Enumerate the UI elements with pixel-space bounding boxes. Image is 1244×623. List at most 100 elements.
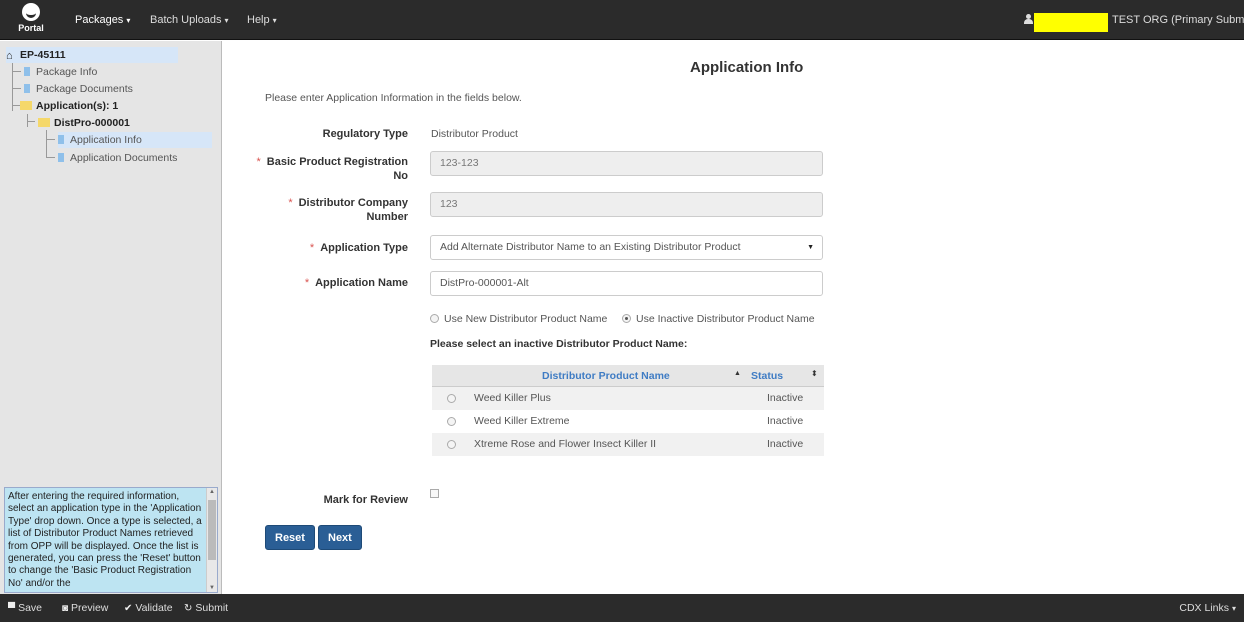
document-icon (24, 67, 30, 76)
org-label[interactable]: TEST ORG (Primary Submitter (1112, 0, 1244, 40)
portal-logo[interactable]: Portal (6, 3, 56, 37)
tree-root[interactable]: ⌂ EP-45111 (6, 47, 178, 63)
caret-down-icon: ▾ (1231, 604, 1236, 613)
intro-text: Please enter Application Information in … (265, 92, 522, 104)
submit-label: Submit (195, 602, 229, 614)
check-icon: ✔ (124, 603, 133, 614)
sidebar: ⌂ EP-45111 Package Info Package Documents… (0, 41, 222, 594)
product-name-grid: Distributor Product Name ▲ Status ⬍ Weed… (432, 365, 824, 456)
option-new-name[interactable]: Use New Distributor Product Name (430, 313, 607, 325)
column-header-status[interactable]: Status (751, 370, 783, 382)
option-inactive-label: Use Inactive Distributor Product Name (636, 313, 815, 325)
tree-item-label: Package Documents (36, 83, 133, 95)
help-scroll-thumb[interactable] (208, 500, 216, 560)
dist-company-label: * Distributor Company Number (288, 197, 408, 223)
table-row[interactable]: Xtreme Rose and Flower Insect Killer II … (432, 433, 824, 456)
help-panel: After entering the required information,… (4, 487, 218, 593)
package-tree: ⌂ EP-45111 Package Info Package Documents… (6, 46, 218, 486)
row-radio[interactable] (447, 394, 456, 403)
row-radio[interactable] (447, 440, 456, 449)
grid-header: Distributor Product Name ▲ Status ⬍ (432, 365, 824, 387)
table-row[interactable]: Weed Killer Plus Inactive (432, 387, 824, 410)
required-marker: * (288, 197, 293, 209)
tree-item-label: Package Info (36, 66, 98, 78)
select-prompt: Please select an inactive Distributor Pr… (430, 338, 688, 350)
preview-label: Preview (71, 602, 109, 614)
user-name-redacted[interactable] (1034, 13, 1108, 32)
main-content: Application Info Please enter Applicatio… (223, 41, 1244, 594)
menu-help[interactable]: Help ▾ (247, 0, 277, 40)
app-type-selected: Add Alternate Distributor Name to an Exi… (440, 241, 741, 253)
tree-item-label: Application Documents (70, 152, 178, 164)
portal-logo-text: Portal (18, 23, 44, 33)
scroll-down-icon[interactable]: ▼ (209, 585, 215, 591)
document-icon (58, 153, 64, 162)
sort-asc-icon[interactable]: ▲ (734, 370, 741, 377)
submit-button[interactable]: ↻ Submit (184, 594, 228, 623)
cell-name: Weed Killer Plus (474, 392, 551, 404)
option-new-label: Use New Distributor Product Name (444, 313, 608, 325)
tree-item-application-documents[interactable]: Application Documents (58, 150, 177, 166)
column-header-name[interactable]: Distributor Product Name (542, 370, 670, 382)
cell-status: Inactive (767, 415, 804, 427)
mark-review-label: Mark for Review (323, 494, 408, 506)
validate-label: Validate (135, 602, 173, 614)
caret-down-icon: ▾ (126, 16, 131, 25)
menu-help-label: Help (247, 14, 270, 26)
menu-packages-label: Packages (75, 14, 124, 26)
regulatory-type-label: Regulatory Type (322, 128, 408, 140)
tree-item-applications[interactable]: Application(s): 1 (20, 98, 118, 114)
next-button[interactable]: Next (318, 525, 362, 550)
app-type-select[interactable]: Add Alternate Distributor Name to an Exi… (430, 235, 823, 260)
tree-item-package-info[interactable]: Package Info (24, 64, 97, 80)
help-scrollbar[interactable]: ▲ ▼ (206, 488, 217, 592)
app-type-label: * Application Type (309, 242, 408, 254)
required-marker: * (256, 156, 261, 168)
tree-item-label: Application Info (70, 134, 142, 146)
app-name-field[interactable]: DistPro-000001-Alt (430, 271, 823, 296)
radio-inactive-name[interactable] (622, 314, 631, 323)
cdx-links-label: CDX Links (1179, 602, 1229, 614)
tree-root-label: EP-45111 (20, 49, 66, 61)
help-text: After entering the required information,… (8, 491, 202, 589)
reset-button[interactable]: Reset (265, 525, 315, 550)
basic-reg-label: * Basic Product Registration No (256, 156, 408, 182)
sort-icon[interactable]: ⬍ (811, 369, 818, 378)
save-button[interactable]: ▀ Save (8, 594, 42, 623)
save-icon: ▀ (8, 603, 16, 614)
preview-button[interactable]: ◙ Preview (62, 594, 108, 623)
tree-item-application-info[interactable]: Application Info (58, 132, 212, 148)
menu-batch-uploads[interactable]: Batch Uploads ▾ (150, 0, 229, 40)
top-navbar: Portal Packages ▾ Batch Uploads ▾ Help ▾ TE… (0, 0, 1244, 40)
menu-packages[interactable]: Packages ▾ (70, 0, 130, 40)
scroll-up-icon[interactable]: ▲ (209, 489, 215, 495)
cell-status: Inactive (767, 438, 804, 450)
document-icon (58, 135, 64, 144)
save-label: Save (18, 602, 43, 614)
row-radio[interactable] (447, 417, 456, 426)
required-marker: * (304, 277, 310, 289)
tree-item-distpro[interactable]: DistPro-000001 (38, 115, 130, 131)
user-icon (1024, 14, 1033, 24)
dist-company-field[interactable]: 123 (430, 192, 823, 217)
home-icon: ⌂ (6, 50, 13, 62)
cell-name: Weed Killer Extreme (474, 415, 570, 427)
folder-icon (20, 101, 32, 110)
bottom-toolbar: ▀ Save ◙ Preview ✔ Validate ↻ Submit CDX Lin… (0, 594, 1244, 622)
required-marker: * (309, 242, 315, 254)
validate-button[interactable]: ✔ Validate (124, 594, 173, 623)
app-name-label: * Application Name (304, 277, 408, 289)
regulatory-type-value: Distributor Product (431, 128, 518, 140)
cdx-links-menu[interactable]: CDX Links ▾ (1179, 594, 1236, 623)
mark-review-checkbox[interactable] (430, 489, 439, 498)
table-row[interactable]: Weed Killer Extreme Inactive (432, 410, 824, 433)
tree-item-package-documents[interactable]: Package Documents (24, 81, 133, 97)
page-title: Application Info (690, 59, 804, 76)
portal-logo-icon (22, 3, 40, 21)
tree-item-label: Application(s): 1 (36, 100, 119, 112)
tree-item-label: DistPro-000001 (54, 117, 130, 129)
basic-reg-field[interactable]: 123-123 (430, 151, 823, 176)
dropdown-arrow-icon: ▼ (807, 244, 814, 251)
radio-new-name[interactable] (430, 314, 439, 323)
option-inactive-name[interactable]: Use Inactive Distributor Product Name (622, 313, 815, 325)
